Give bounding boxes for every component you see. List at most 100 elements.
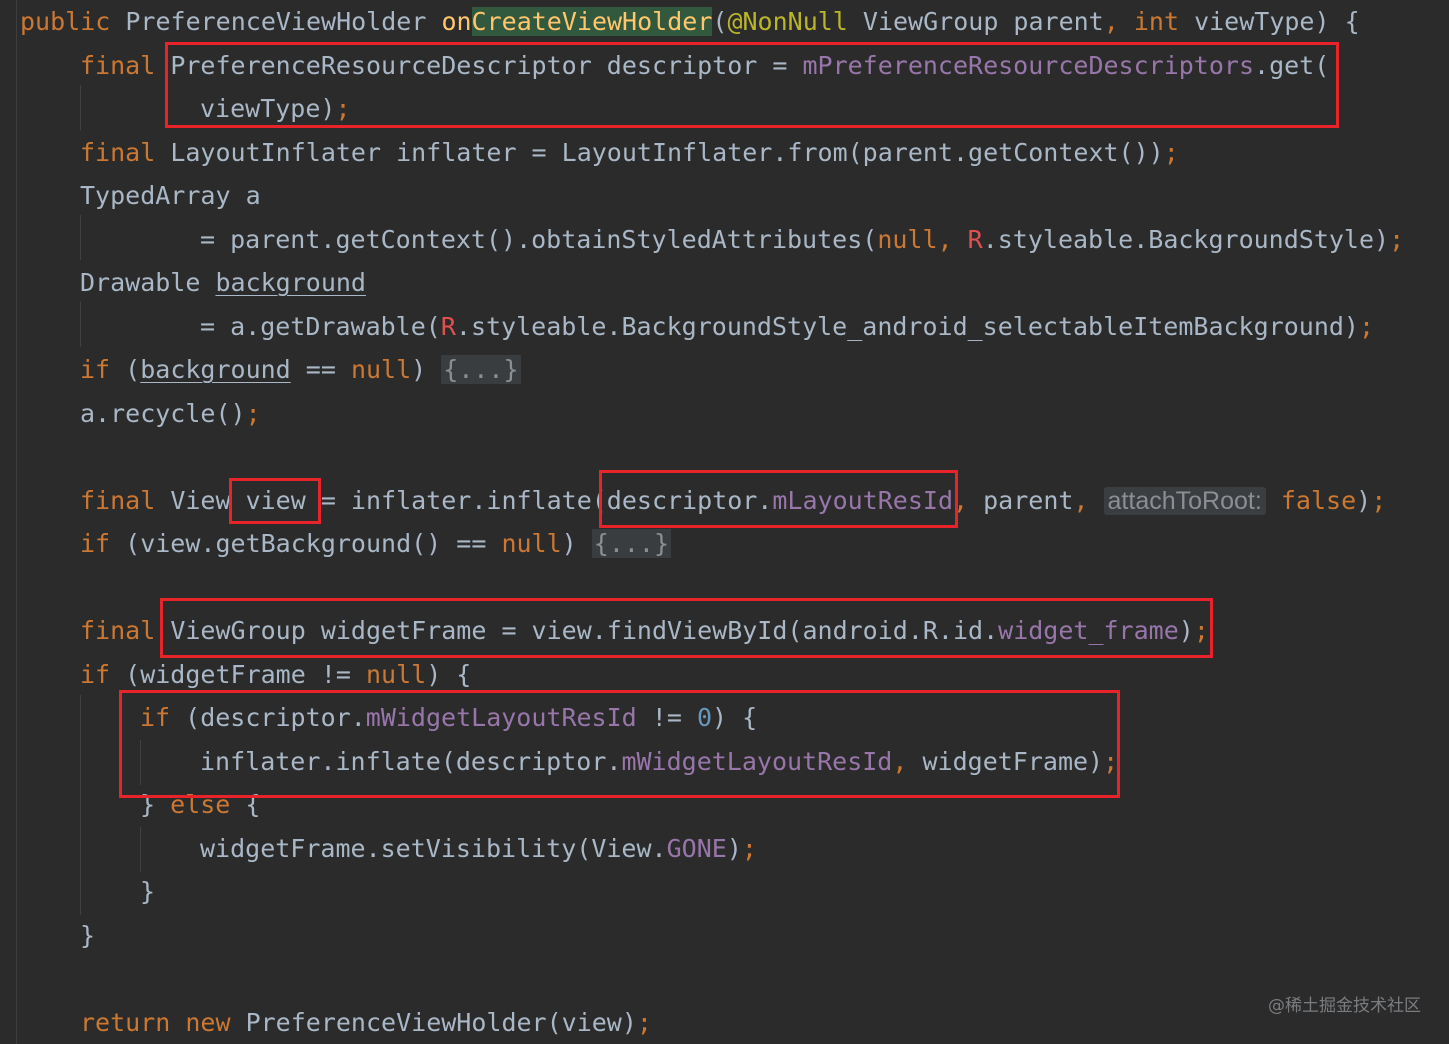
code-line[interactable]: Drawable background bbox=[80, 263, 366, 303]
code-token: PreferenceViewHolder(view) bbox=[245, 1008, 637, 1037]
field-token: GONE bbox=[666, 834, 727, 863]
code-line[interactable]: if (view.getBackground() == null) {...} bbox=[80, 524, 672, 564]
code-token: Drawable bbox=[80, 268, 216, 297]
field-token: mWidgetLayoutResId bbox=[621, 747, 893, 776]
fold-marker[interactable]: {...} bbox=[591, 529, 672, 558]
code-line[interactable]: final LayoutInflater inflater = LayoutIn… bbox=[80, 133, 1179, 173]
indent-guide bbox=[80, 695, 81, 915]
code-line[interactable]: } bbox=[80, 916, 95, 956]
keyword-token: final bbox=[80, 138, 171, 167]
code-token: ) bbox=[1356, 486, 1372, 515]
code-line[interactable]: widgetFrame.setVisibility(View.GONE); bbox=[200, 829, 757, 869]
keyword-token: , bbox=[953, 486, 984, 515]
class-token: R bbox=[440, 312, 456, 341]
keyword-token: if bbox=[80, 355, 126, 384]
code-token: .get( bbox=[1254, 51, 1330, 80]
code-token: != bbox=[636, 703, 697, 732]
code-line[interactable]: } else { bbox=[140, 785, 260, 825]
keyword-token: , bbox=[937, 225, 968, 254]
code-token: ) bbox=[411, 355, 442, 384]
annotation-token: @NonNull bbox=[727, 7, 863, 36]
code-token: == bbox=[290, 355, 351, 384]
code-token: ) bbox=[726, 834, 742, 863]
field-token: mPreferenceResourceDescriptors bbox=[802, 51, 1255, 80]
keyword-token: ; bbox=[1389, 225, 1405, 254]
code-token: viewType) bbox=[200, 94, 336, 123]
keyword-token: , bbox=[1073, 486, 1104, 515]
code-token: viewType) { bbox=[1194, 7, 1360, 36]
indent-guide bbox=[140, 740, 141, 785]
keyword-token: int bbox=[1133, 7, 1195, 36]
code-token: (descriptor. bbox=[185, 703, 366, 732]
indent-guide bbox=[80, 85, 81, 130]
code-token: inflater.inflate(descriptor. bbox=[200, 747, 622, 776]
code-token: (view.getBackground() == bbox=[125, 529, 502, 558]
code-line[interactable]: final ViewGroup widgetFrame = view.findV… bbox=[80, 611, 1209, 651]
code-token: LayoutInflater inflater = LayoutInflater… bbox=[170, 138, 788, 167]
keyword-token: null bbox=[365, 660, 427, 689]
code-line[interactable]: = a.getDrawable(R.styleable.BackgroundSt… bbox=[200, 307, 1374, 347]
keyword-token: return bbox=[80, 1008, 186, 1037]
code-line[interactable]: if (background == null) {...} bbox=[80, 350, 521, 390]
keyword-token: else bbox=[170, 790, 246, 819]
code-token: from(parent.getContext()) bbox=[787, 138, 1164, 167]
code-token: ( bbox=[125, 355, 141, 384]
keyword-token: public bbox=[20, 7, 126, 36]
field-token: widget_frame bbox=[998, 616, 1179, 645]
code-line[interactable]: final View view = inflater.inflate(descr… bbox=[80, 481, 1386, 521]
keyword-token: ; bbox=[1193, 616, 1209, 645]
keyword-token: new bbox=[185, 1008, 246, 1037]
code-token: ViewGroup parent bbox=[862, 7, 1104, 36]
code-token: .styleable.BackgroundStyle_android_selec… bbox=[455, 312, 1359, 341]
code-line[interactable]: = parent.getContext().obtainStyledAttrib… bbox=[200, 220, 1404, 260]
variable-token: background bbox=[215, 268, 366, 297]
indent-guide bbox=[80, 302, 81, 347]
code-line[interactable]: return new PreferenceViewHolder(view); bbox=[80, 1003, 652, 1043]
code-line[interactable]: a.recycle(); bbox=[80, 394, 261, 434]
code-editor[interactable]: public PreferenceViewHolder onCreateView… bbox=[0, 0, 1449, 1044]
watermark: @稀土掘金技术社区 bbox=[1268, 996, 1421, 1016]
fold-marker[interactable]: {...} bbox=[441, 355, 521, 384]
code-token: .styleable.BackgroundStyle) bbox=[982, 225, 1390, 254]
number-token: 0 bbox=[696, 703, 712, 732]
code-token: PreferenceResourceDescriptor descriptor … bbox=[170, 51, 803, 80]
keyword-token: null bbox=[501, 529, 562, 558]
keyword-token: ; bbox=[335, 94, 351, 123]
code-token: widgetFrame) bbox=[922, 747, 1104, 776]
code-line[interactable]: viewType); bbox=[200, 89, 351, 129]
variable-token: background bbox=[140, 355, 291, 384]
code-line[interactable]: public PreferenceViewHolder onCreateView… bbox=[20, 2, 1360, 42]
keyword-token: ; bbox=[1358, 312, 1375, 341]
code-line[interactable]: TypedArray a bbox=[80, 176, 261, 216]
code-token: = parent.getContext().obtainStyledAttrib… bbox=[200, 225, 878, 254]
keyword-token: if bbox=[140, 703, 186, 732]
code-line[interactable]: final PreferenceResourceDescriptor descr… bbox=[80, 46, 1329, 86]
keyword-token: ; bbox=[636, 1008, 652, 1037]
code-line[interactable]: if (widgetFrame != null) { bbox=[80, 655, 471, 695]
method-name-highlight-token: CreateViewHolder bbox=[471, 7, 713, 36]
code-line[interactable]: if (descriptor.mWidgetLayoutResId != 0) … bbox=[140, 698, 757, 738]
code-token: a.recycle() bbox=[80, 399, 246, 428]
keyword-token: ; bbox=[245, 399, 261, 428]
keyword-token: final bbox=[80, 486, 171, 515]
keyword-token: final bbox=[80, 51, 171, 80]
keyword-token: if bbox=[80, 660, 126, 689]
code-token: } bbox=[140, 790, 171, 819]
code-line[interactable]: inflater.inflate(descriptor.mWidgetLayou… bbox=[200, 742, 1118, 782]
keyword-token: if bbox=[80, 529, 126, 558]
code-line[interactable]: } bbox=[140, 872, 155, 912]
keyword-token: final bbox=[80, 616, 171, 645]
code-token: { bbox=[245, 790, 261, 819]
keyword-token: ; bbox=[1103, 747, 1119, 776]
keyword-token: ; bbox=[1163, 138, 1179, 167]
code-token: widgetFrame.setVisibility(View. bbox=[200, 834, 667, 863]
keyword-token: null bbox=[350, 355, 412, 384]
code-token: TypedArray a bbox=[80, 181, 261, 210]
indent-guide bbox=[80, 215, 81, 260]
keyword-token: ; bbox=[1371, 486, 1387, 515]
keyword-token: , bbox=[1103, 7, 1134, 36]
class-token: R bbox=[967, 225, 983, 254]
keyword-token: ; bbox=[741, 834, 757, 863]
code-token: ) bbox=[561, 529, 592, 558]
